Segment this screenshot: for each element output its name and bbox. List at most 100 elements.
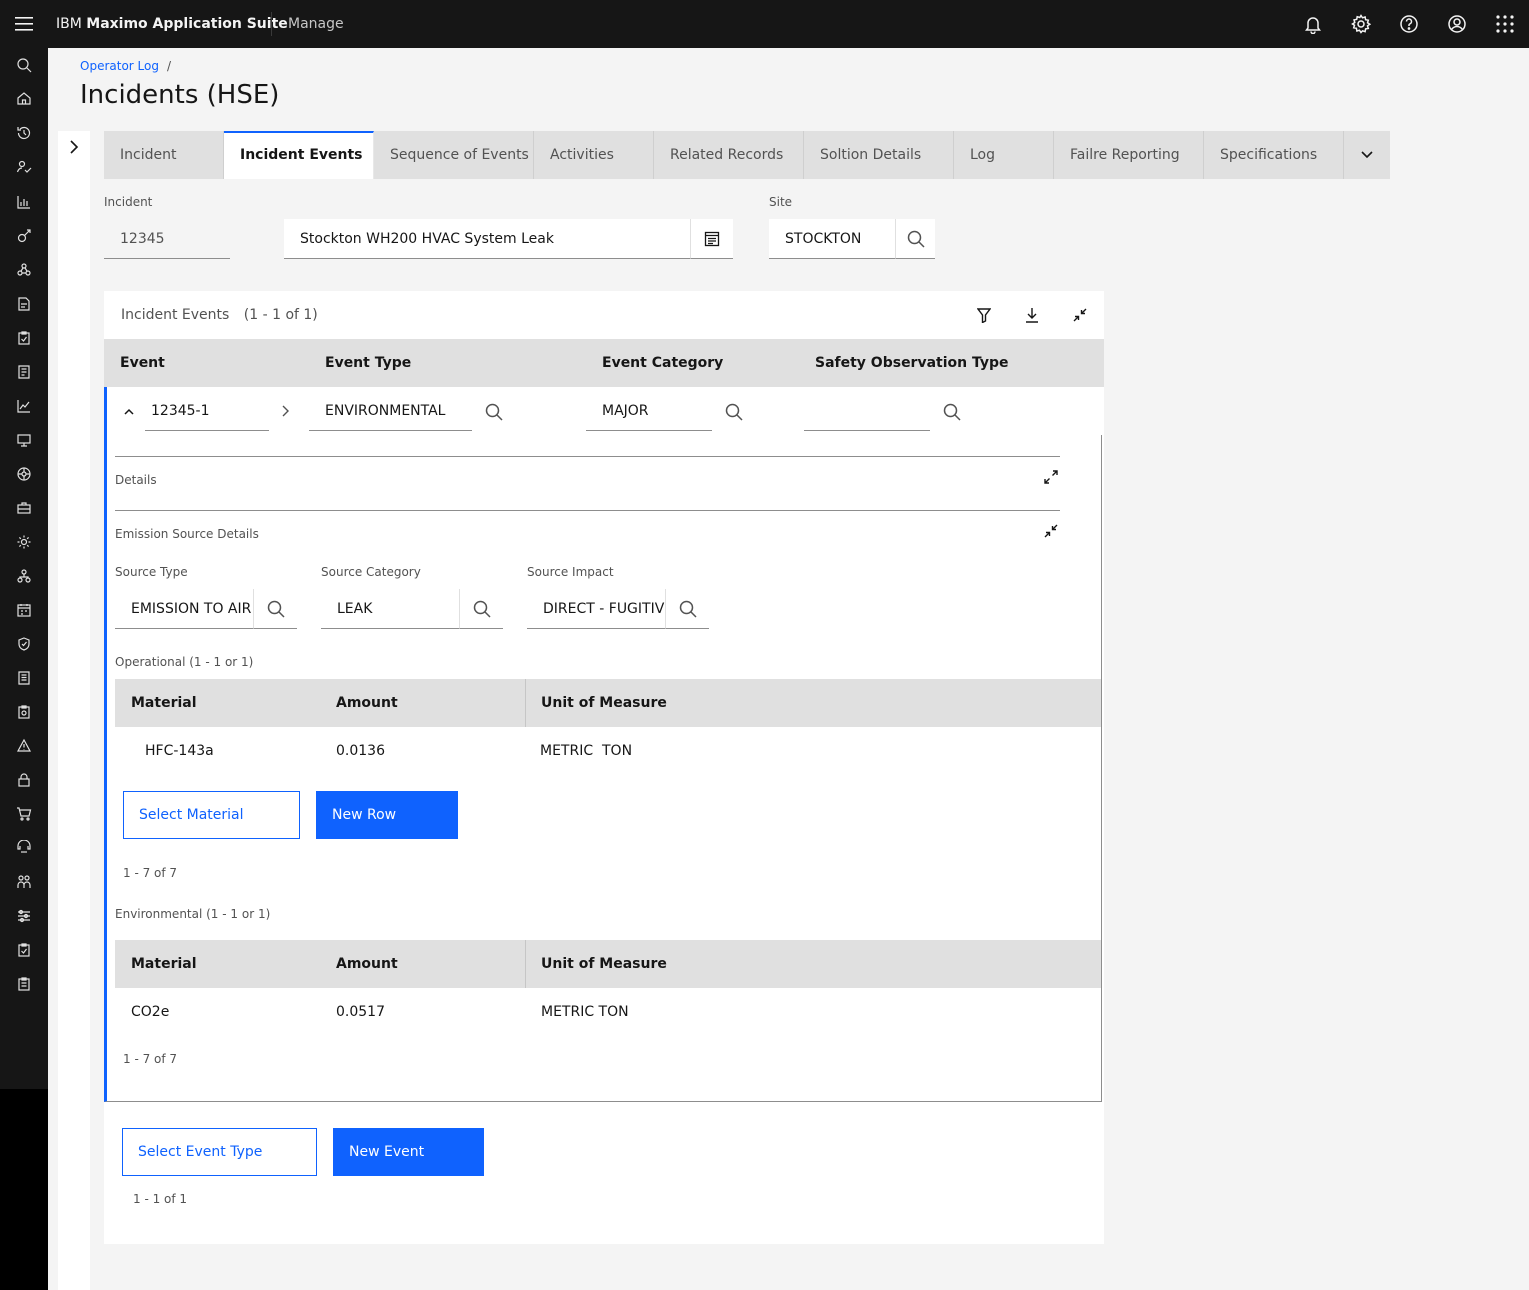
breadcrumb-link-operator-log[interactable]: Operator Log xyxy=(80,59,159,73)
app-name: Manage xyxy=(288,16,344,32)
event-detail-chevron-right-icon[interactable] xyxy=(277,403,293,419)
report-icon[interactable] xyxy=(0,355,48,389)
history-icon[interactable] xyxy=(0,116,48,150)
tab-solution-details[interactable]: Soltion Details xyxy=(804,131,954,179)
column-header-event-category[interactable]: Event Category xyxy=(602,355,723,371)
table-row[interactable]: HFC-143a 0.0136 METRIC TON xyxy=(115,727,1101,775)
list-icon[interactable] xyxy=(0,967,48,1001)
settings-wheel-icon[interactable] xyxy=(0,457,48,491)
collapse-icon[interactable] xyxy=(1070,305,1090,325)
source-impact-field[interactable]: DIRECT - FUGITIVE xyxy=(527,589,665,629)
safety-observation-type-field[interactable] xyxy=(804,391,930,431)
incident-id-field[interactable]: 12345 xyxy=(104,219,230,259)
menu-icon[interactable] xyxy=(0,0,48,48)
new-event-button[interactable]: New Event xyxy=(333,1128,484,1176)
tab-bar: Incident Incident Events Sequence of Eve… xyxy=(104,131,1390,179)
table-row[interactable]: 12345-1 ENVIRONMENTAL MAJOR xyxy=(104,387,1104,435)
warning-icon[interactable] xyxy=(0,729,48,763)
search-icon[interactable] xyxy=(0,48,48,82)
checklist-icon[interactable] xyxy=(0,933,48,967)
monitor-icon[interactable] xyxy=(0,423,48,457)
tab-specifications[interactable]: Specifications xyxy=(1204,131,1344,179)
operational-uom-cell: METRIC TON xyxy=(540,743,633,759)
source-category-search-icon[interactable] xyxy=(459,589,503,629)
hierarchy-icon[interactable] xyxy=(0,559,48,593)
people-icon[interactable] xyxy=(0,865,48,899)
column-header-material[interactable]: Material xyxy=(131,956,197,972)
cart-icon[interactable] xyxy=(0,797,48,831)
event-category-field[interactable]: MAJOR xyxy=(586,391,712,431)
event-expanded-panel: Details Emission Source Details Source T… xyxy=(104,435,1102,1102)
trend-icon[interactable] xyxy=(0,389,48,423)
network-icon[interactable] xyxy=(0,253,48,287)
gear-icon[interactable] xyxy=(0,525,48,559)
source-impact-label: Source Impact xyxy=(527,565,614,579)
lock-icon[interactable] xyxy=(0,763,48,797)
tab-log[interactable]: Log xyxy=(954,131,1054,179)
events-table-header: Event Event Type Event Category Safety O… xyxy=(104,339,1104,387)
home-icon[interactable] xyxy=(0,81,48,115)
sliders-icon[interactable] xyxy=(0,899,48,933)
environmental-uom-cell: METRIC TON xyxy=(541,1004,629,1020)
source-category-field[interactable]: LEAK xyxy=(321,589,459,629)
download-icon[interactable] xyxy=(1022,305,1042,325)
site-field[interactable]: STOCKTON xyxy=(769,219,895,259)
incident-description-field[interactable]: Stockton WH200 HVAC System Leak xyxy=(284,219,690,259)
app-switcher-icon[interactable] xyxy=(1481,0,1529,48)
event-type-search-icon[interactable] xyxy=(484,402,504,422)
tab-incident[interactable]: Incident xyxy=(104,131,224,179)
safety-observation-search-icon[interactable] xyxy=(942,402,962,422)
tab-sequence-of-events[interactable]: Sequence of Events xyxy=(374,131,534,179)
column-header-material[interactable]: Material xyxy=(131,695,197,711)
filter-icon[interactable] xyxy=(974,305,994,325)
incident-events-card: Incident Events (1 - 1 of 1) Event Event… xyxy=(104,291,1104,1244)
column-header-event-type[interactable]: Event Type xyxy=(325,355,411,371)
emission-collapse-icon[interactable] xyxy=(1041,521,1061,541)
select-material-button[interactable]: Select Material xyxy=(123,791,300,839)
source-impact-search-icon[interactable] xyxy=(665,589,709,629)
settings-icon[interactable] xyxy=(1337,0,1385,48)
calendar-icon[interactable] xyxy=(0,593,48,627)
event-category-search-icon[interactable] xyxy=(724,402,744,422)
tab-activities[interactable]: Activities xyxy=(534,131,654,179)
column-header-amount[interactable]: Amount xyxy=(336,695,398,711)
table-row[interactable]: CO2e 0.0517 METRIC TON xyxy=(115,988,1101,1036)
expand-panel-icon[interactable] xyxy=(64,137,84,157)
toolbox-icon[interactable] xyxy=(0,491,48,525)
environmental-table-title: Environmental (1 - 1 or 1) xyxy=(115,907,271,921)
column-header-safety-observation-type[interactable]: Safety Observation Type xyxy=(815,355,1009,371)
source-type-search-icon[interactable] xyxy=(253,589,297,629)
event-type-field[interactable]: ENVIRONMENTAL xyxy=(309,391,472,431)
select-event-type-button[interactable]: Select Event Type xyxy=(122,1128,317,1176)
page-title: Incidents (HSE) xyxy=(80,80,280,110)
help-icon[interactable] xyxy=(1385,0,1433,48)
operational-amount-cell: 0.0136 xyxy=(336,743,385,759)
work-order-icon[interactable] xyxy=(0,287,48,321)
source-type-field[interactable]: EMISSION TO AIR xyxy=(115,589,253,629)
tab-failure-reporting[interactable]: Failre Reporting xyxy=(1054,131,1204,179)
column-header-amount[interactable]: Amount xyxy=(336,956,398,972)
inspection-icon[interactable] xyxy=(0,321,48,355)
tabs-overflow-chevron-down-icon[interactable] xyxy=(1344,131,1390,179)
column-header-unit-of-measure[interactable]: Unit of Measure xyxy=(541,956,667,972)
column-header-event[interactable]: Event xyxy=(120,355,165,371)
asset-icon[interactable] xyxy=(0,219,48,253)
notification-icon[interactable] xyxy=(1289,0,1337,48)
column-header-unit-of-measure[interactable]: Unit of Measure xyxy=(541,695,667,711)
tab-related-records[interactable]: Related Records xyxy=(654,131,804,179)
site-search-icon[interactable] xyxy=(895,219,935,259)
service-icon[interactable] xyxy=(0,831,48,865)
chart-bar-icon[interactable] xyxy=(0,185,48,219)
details-expand-icon[interactable] xyxy=(1041,467,1061,487)
user-avatar-icon[interactable] xyxy=(1433,0,1481,48)
clipboard-icon[interactable] xyxy=(0,695,48,729)
tab-incident-events[interactable]: Incident Events xyxy=(224,131,374,179)
row-collapse-chevron-up-icon[interactable] xyxy=(121,403,137,419)
event-id-field[interactable]: 12345-1 xyxy=(145,391,269,431)
shield-icon[interactable] xyxy=(0,627,48,661)
document-icon[interactable] xyxy=(0,661,48,695)
brand-title[interactable]: IBM Maximo Application Suite xyxy=(56,0,288,48)
long-description-icon[interactable] xyxy=(690,219,733,259)
new-row-button[interactable]: New Row xyxy=(316,791,458,839)
user-check-icon[interactable] xyxy=(0,150,48,184)
